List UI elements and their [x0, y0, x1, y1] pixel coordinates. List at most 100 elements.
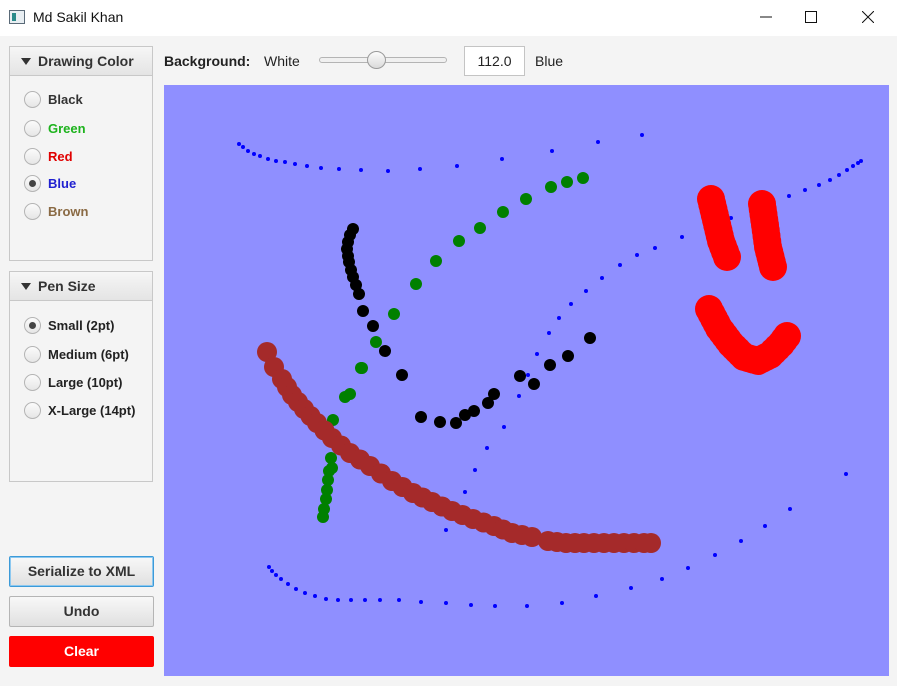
green-stroke-group [317, 172, 589, 523]
green-stroke-dot [474, 222, 486, 234]
color-label: Black [48, 92, 83, 107]
drawing-surface [237, 133, 863, 608]
radio-button[interactable] [24, 91, 41, 108]
blue-stroke-dot [267, 565, 271, 569]
collapse-triangle-icon [21, 58, 31, 65]
blue-stroke-dot [444, 601, 448, 605]
black-stroke-dot [357, 305, 369, 317]
blue-stroke-dot [386, 169, 390, 173]
blue-stroke-dot [266, 157, 270, 161]
pen-label: Small (2pt) [48, 318, 115, 333]
blue-stroke-dot [660, 577, 664, 581]
blue-stroke-dot [640, 133, 644, 137]
drawing-color-title: Drawing Color [38, 53, 134, 69]
radio-button[interactable] [24, 175, 41, 192]
blue-stroke-dot [828, 178, 832, 182]
blue-stroke-dot [283, 160, 287, 164]
red-stroke-dot [713, 243, 741, 271]
blue-stroke-dot [845, 168, 849, 172]
blue-stroke-dot [635, 253, 639, 257]
blue-stroke-dot [313, 594, 317, 598]
blue-stroke-dot [419, 600, 423, 604]
blue-stroke-dot [337, 167, 341, 171]
window-title: Md Sakil Khan [33, 9, 124, 25]
black-stroke-dot [379, 345, 391, 357]
background-value-field[interactable]: 112.0 [464, 46, 525, 76]
blue-stroke-dot [594, 594, 598, 598]
blue-stroke-dot [469, 603, 473, 607]
blue-stroke-dot [303, 591, 307, 595]
pen-label: Medium (6pt) [48, 347, 129, 362]
clear-button[interactable]: Clear [9, 636, 154, 667]
blue-stroke-dot [526, 373, 530, 377]
blue-stroke-dot [550, 149, 554, 153]
drawing-color-header[interactable]: Drawing Color [10, 47, 152, 76]
pen-label: Large (10pt) [48, 375, 123, 390]
blue-stroke-dot [258, 154, 262, 158]
drawing-canvas[interactable] [164, 85, 889, 676]
blue-stroke-dot [817, 183, 821, 187]
black-stroke-dot [396, 369, 408, 381]
blue-stroke-dot [444, 528, 448, 532]
black-stroke-dot [415, 411, 427, 423]
blue-stroke-dot [500, 157, 504, 161]
blue-stroke-dot [680, 235, 684, 239]
blue-stroke-dot [856, 161, 860, 165]
radio-button[interactable] [24, 203, 41, 220]
radio-button[interactable] [24, 374, 41, 391]
green-stroke-dot [317, 511, 329, 523]
blue-stroke-dot [517, 394, 521, 398]
red-stroke-group [695, 185, 801, 375]
blue-stroke-dot [686, 566, 690, 570]
black-stroke-dot [514, 370, 526, 382]
blue-stroke-dot [618, 263, 622, 267]
blue-stroke-dot [837, 173, 841, 177]
blue-stroke-dot [525, 604, 529, 608]
drawing-color-panel: Drawing Color Black Green Red Blue Brown [9, 46, 153, 261]
serialize-xml-button[interactable]: Serialize to XML [9, 556, 154, 587]
green-stroke-dot [561, 176, 573, 188]
black-stroke-dot [544, 359, 556, 371]
blue-stroke-dot [336, 598, 340, 602]
red-stroke-dot [773, 322, 801, 350]
blue-stroke-dot [359, 168, 363, 172]
blue-stroke-dot [293, 162, 297, 166]
black-stroke-dot [468, 405, 480, 417]
blue-stroke-dot [349, 598, 353, 602]
maximize-button[interactable] [788, 0, 834, 36]
blue-stroke-dot [274, 159, 278, 163]
green-stroke-dot [325, 452, 337, 464]
blue-stroke-dot [252, 152, 256, 156]
green-stroke-dot [520, 193, 532, 205]
radio-button[interactable] [24, 120, 41, 137]
blue-stroke-dot [653, 246, 657, 250]
blue-stroke-dot [237, 142, 241, 146]
blue-stroke-dot [600, 276, 604, 280]
slider-min-label: White [264, 53, 300, 69]
background-slider-thumb[interactable] [366, 51, 386, 69]
blue-stroke-dot [557, 316, 561, 320]
minimize-button[interactable] [743, 0, 789, 36]
radio-button[interactable] [24, 402, 41, 419]
radio-button[interactable] [24, 346, 41, 363]
black-stroke-dot [434, 416, 446, 428]
blue-stroke-dot [844, 472, 848, 476]
close-icon [862, 11, 874, 23]
green-stroke-dot [453, 235, 465, 247]
blue-stroke-dot [246, 149, 250, 153]
blue-stroke-dot [455, 164, 459, 168]
radio-button[interactable] [24, 317, 41, 334]
title-bar: Md Sakil Khan [0, 0, 897, 36]
pen-label: X-Large (14pt) [48, 403, 136, 418]
radio-button[interactable] [24, 148, 41, 165]
undo-button[interactable]: Undo [9, 596, 154, 627]
blue-stroke-dot [560, 601, 564, 605]
collapse-triangle-icon [21, 283, 31, 290]
pen-size-title: Pen Size [38, 278, 96, 294]
green-stroke-dot [339, 391, 351, 403]
pen-size-header[interactable]: Pen Size [10, 272, 152, 301]
green-stroke-dot [410, 278, 422, 290]
blue-stroke-dot [270, 569, 274, 573]
color-label: Blue [48, 176, 77, 191]
close-button[interactable] [845, 0, 891, 36]
